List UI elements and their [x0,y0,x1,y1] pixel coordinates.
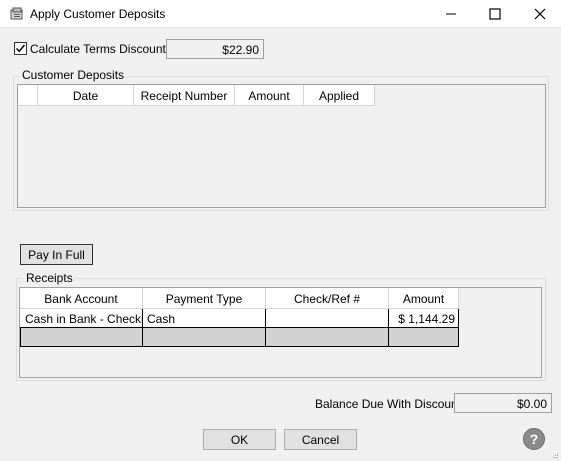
new-row-bank-account-cell[interactable] [20,328,143,347]
col-header-amount[interactable]: Amount [235,85,304,106]
receipt-bank-account-cell[interactable]: Cash in Bank - Checki [20,309,143,328]
checkmark-icon [15,44,26,53]
maximize-icon [489,8,501,20]
new-row-payment-type-cell[interactable] [143,328,266,347]
col-header-check-ref[interactable]: Check/Ref # [266,288,389,309]
row-header-cell [18,85,38,106]
col-header-applied[interactable]: Applied [304,85,375,106]
deposits-grid[interactable]: Date Receipt Number Amount Applied [17,84,546,208]
maximize-button[interactable] [472,0,518,28]
app-icon [10,7,23,20]
close-button[interactable] [517,0,561,28]
calculate-terms-label[interactable]: Calculate Terms Discount [30,42,166,56]
resize-grip-icon[interactable] [551,451,559,459]
calculate-terms-checkbox[interactable] [14,42,27,55]
col-header-amount[interactable]: Amount [389,288,459,309]
customer-deposits-label: Customer Deposits [20,68,127,82]
receipt-check-ref-cell[interactable] [266,309,389,328]
ok-button[interactable]: OK [203,429,276,450]
col-header-bank-account[interactable]: Bank Account [20,288,143,309]
col-header-date[interactable]: Date [38,85,134,106]
balance-due-field: $0.00 [454,393,552,413]
receipts-label: Receipts [24,271,75,285]
terms-discount-field: $22.90 [166,39,264,59]
new-row-check-ref-cell[interactable] [266,328,389,347]
receipts-grid[interactable]: Bank Account Payment Type Check/Ref # Am… [19,287,542,378]
new-row-amount-cell[interactable] [389,328,459,347]
minimize-icon [446,13,456,15]
pay-in-full-button[interactable]: Pay In Full [20,244,93,265]
close-icon [534,8,546,20]
minimize-button[interactable] [428,0,474,28]
help-button[interactable]: ? [523,428,545,450]
help-icon: ? [529,431,539,447]
cancel-button[interactable]: Cancel [284,429,357,450]
window-title: Apply Customer Deposits [30,7,166,21]
receipt-payment-type-cell[interactable]: Cash [143,309,266,328]
col-header-receipt-number[interactable]: Receipt Number [134,85,235,106]
receipt-amount-cell[interactable]: $ 1,144.29 [389,309,459,328]
col-header-payment-type[interactable]: Payment Type [143,288,266,309]
balance-due-label: Balance Due With Discount [315,397,462,411]
